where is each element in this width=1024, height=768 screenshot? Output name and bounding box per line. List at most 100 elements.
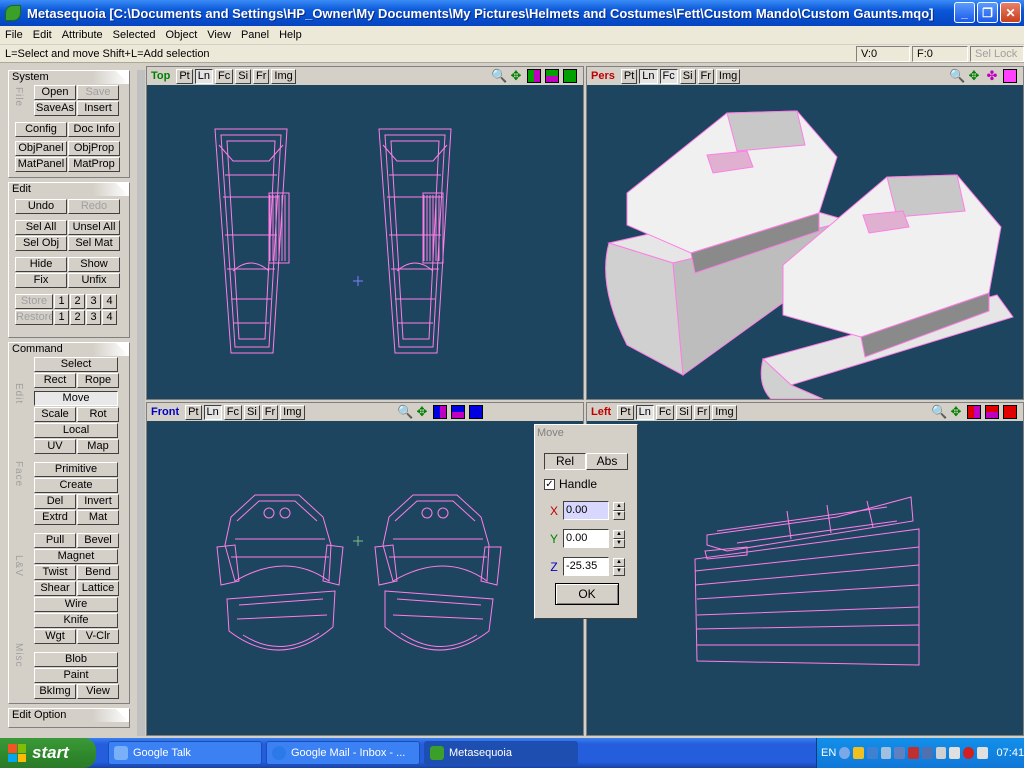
sel-mat-button[interactable]: Sel Mat [68,236,120,251]
security-icon[interactable] [908,747,919,759]
insert-button[interactable]: Insert [77,101,119,116]
magnet-button[interactable]: Magnet [34,549,118,564]
menu-view[interactable]: View [202,29,236,41]
language-indicator[interactable]: EN [821,747,836,759]
open-button[interactable]: Open [34,85,76,100]
fr-toggle[interactable]: Fr [693,404,711,420]
store-slot-2[interactable]: 2 [70,294,85,309]
edit-option-header[interactable]: Edit Option [9,709,129,722]
matprop-button[interactable]: MatProp [68,157,120,172]
zoom-icon[interactable]: 🔍 [491,69,507,83]
objprop-button[interactable]: ObjProp [68,141,120,156]
restore-slot-1[interactable]: 1 [54,310,69,325]
ln-toggle[interactable]: Ln [639,68,658,84]
si-toggle[interactable]: Si [676,404,692,420]
matpanel-button[interactable]: MatPanel [15,157,67,172]
task-google-talk[interactable]: Google Talk [108,741,262,765]
img-toggle[interactable]: Img [712,404,737,420]
bend-button[interactable]: Bend [77,565,119,580]
left-canvas[interactable] [587,421,1023,735]
uv-button[interactable]: UV [34,439,76,454]
ln-toggle[interactable]: Ln [203,404,222,420]
extrd-button[interactable]: Extrd [34,510,76,525]
restore-slot-4[interactable]: 4 [102,310,117,325]
si-toggle[interactable]: Si [679,68,696,84]
fc-toggle[interactable]: Fc [215,68,234,84]
view-axis-icon[interactable] [967,405,981,419]
abs-tab[interactable]: Abs [586,453,628,470]
fix-button[interactable]: Fix [15,273,67,288]
img-toggle[interactable]: Img [271,68,296,84]
view-axis-icon[interactable] [433,405,447,419]
chevron-left-icon[interactable] [839,747,851,759]
pan-move-icon[interactable]: ✥ [509,69,523,83]
menu-file[interactable]: File [0,29,28,41]
twist-button[interactable]: Twist [34,565,76,580]
pull-button[interactable]: Pull [34,533,76,548]
rel-tab[interactable]: Rel [544,453,586,470]
saveas-button[interactable]: SaveAs [34,101,76,116]
local-button[interactable]: Local [34,423,118,438]
fr-toggle[interactable]: Fr [253,68,270,84]
fr-toggle[interactable]: Fr [261,404,279,420]
zoom-icon[interactable]: 🔍 [931,405,947,419]
network-icon[interactable] [894,747,906,759]
menu-help[interactable]: Help [274,29,307,41]
shield-icon[interactable] [853,747,864,759]
view-axis-icon[interactable] [563,69,577,83]
si-toggle[interactable]: Si [235,68,252,84]
fr-toggle[interactable]: Fr [697,68,714,84]
view-axis-icon[interactable] [545,69,559,83]
menu-selected[interactable]: Selected [108,29,161,41]
speaker-icon[interactable] [921,747,933,759]
task-metasequoia[interactable]: Metasequoia [424,741,578,765]
move-button[interactable]: Move [34,391,118,406]
checkmark-icon[interactable]: ✓ [544,478,555,490]
sel-obj-button[interactable]: Sel Obj [15,236,67,251]
restore-slot-2[interactable]: 2 [70,310,85,325]
bkimg-button[interactable]: BkImg [34,684,76,699]
knife-button[interactable]: Knife [34,613,118,628]
top-canvas[interactable] [147,85,583,399]
hardware-icon[interactable] [976,747,988,759]
view-axis-icon[interactable] [451,405,465,419]
ln-toggle[interactable]: Ln [194,68,213,84]
wire-button[interactable]: Wire [34,597,118,612]
view-axis-icon[interactable] [1003,69,1017,83]
show-button[interactable]: Show [68,257,120,272]
zoom-icon[interactable]: 🔍 [949,69,965,83]
task-google-mail[interactable]: Google Mail - Inbox - ... [266,741,420,765]
docinfo-button[interactable]: Doc Info [68,122,120,137]
menu-object[interactable]: Object [160,29,202,41]
config-button[interactable]: Config [15,122,67,137]
pan-move-icon[interactable]: ✥ [415,405,429,419]
close-button[interactable]: ✕ [1000,2,1021,23]
redo-button[interactable]: Redo [68,199,120,214]
z-input[interactable]: -25.35 [563,557,609,576]
command-header[interactable]: Command [9,343,129,356]
ln-toggle[interactable]: Ln [635,404,654,420]
pt-toggle[interactable]: Pt [620,68,638,84]
network-icon[interactable] [866,747,878,759]
z-down-icon[interactable]: ▼ [613,566,625,576]
chat-icon[interactable] [949,747,961,759]
undo-button[interactable]: Undo [15,199,67,214]
menu-edit[interactable]: Edit [28,29,57,41]
move-dialog-title[interactable]: Move [535,425,637,442]
viewport-left[interactable]: Left Pt Ln Fc Si Fr Img 🔍 ✥ [586,402,1024,736]
restore-button[interactable]: ❐ [977,2,998,23]
create-button[interactable]: Create [34,478,118,493]
front-canvas[interactable] [147,421,583,735]
rect-button[interactable]: Rect [34,373,76,388]
fc-toggle[interactable]: Fc [655,404,675,420]
pt-toggle[interactable]: Pt [185,404,202,420]
store-slot-1[interactable]: 1 [54,294,69,309]
invert-button[interactable]: Invert [77,494,119,509]
rot-button[interactable]: Rot [77,407,119,422]
start-button[interactable]: start [0,738,96,768]
bevel-button[interactable]: Bevel [77,533,119,548]
menu-panel[interactable]: Panel [236,29,274,41]
edit-header[interactable]: Edit [9,183,129,196]
fc-toggle[interactable]: Fc [223,404,242,420]
viewport-pers[interactable]: Pers Pt Ln Fc Si Fr Img 🔍 ✥ ✤ [586,66,1024,400]
